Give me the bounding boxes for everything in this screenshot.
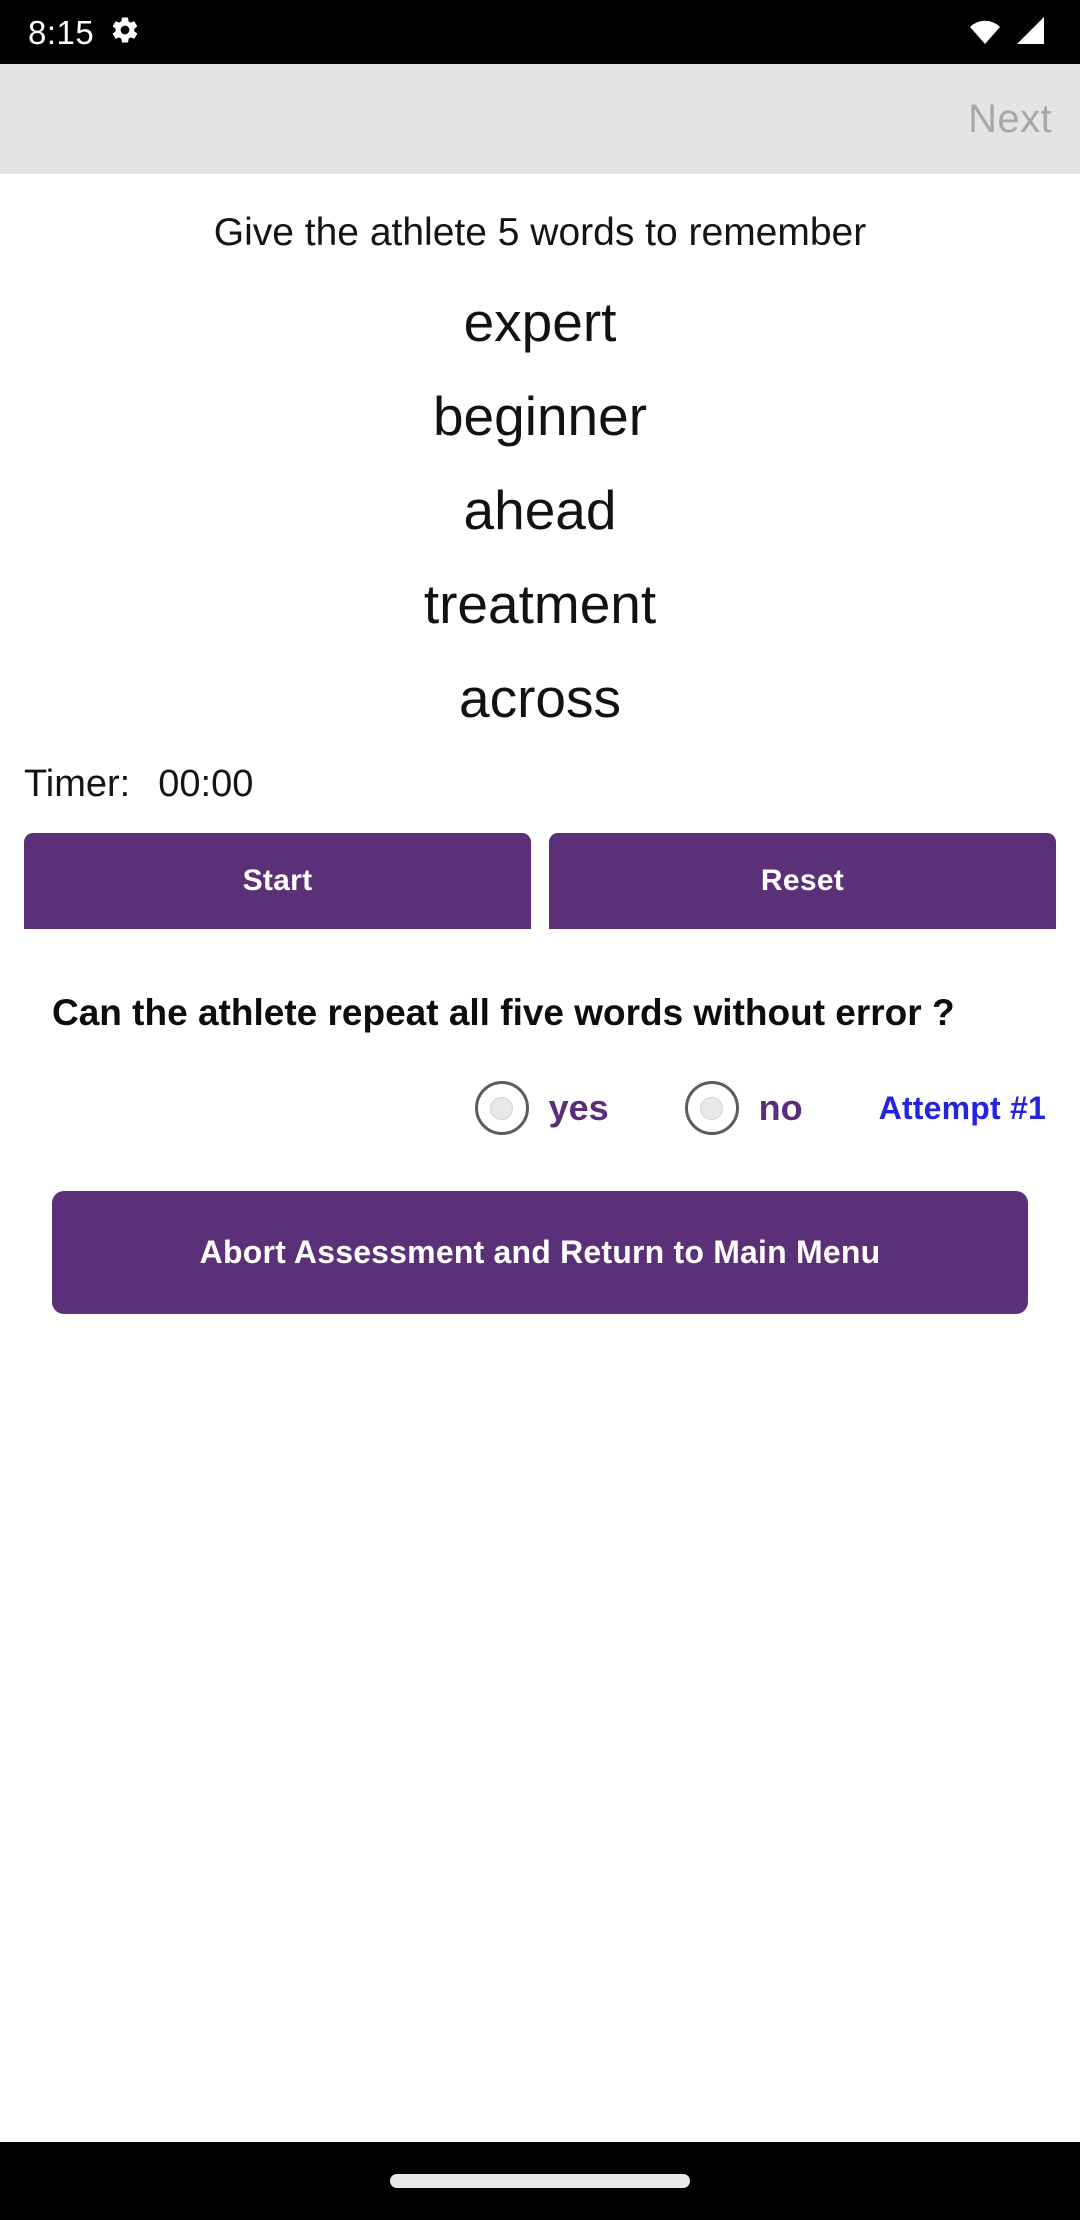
app-bar: Next	[0, 64, 1080, 174]
status-bar-right	[968, 15, 1054, 50]
next-button[interactable]: Next	[968, 97, 1052, 142]
word-item: treatment	[423, 572, 657, 635]
status-bar-clock: 8:15	[28, 13, 95, 51]
signal-icon	[1012, 15, 1046, 50]
word-item: beginner	[432, 384, 648, 447]
radio-option-no[interactable]: no	[684, 1081, 803, 1136]
timer-value: 00:00	[158, 762, 254, 805]
radio-option-yes[interactable]: yes	[474, 1081, 609, 1136]
reset-button[interactable]: Reset	[549, 832, 1056, 929]
start-button[interactable]: Start	[24, 832, 531, 929]
attempt-badge: Attempt #1	[878, 1089, 1046, 1126]
status-bar-left: 8:15	[28, 15, 140, 50]
timer-button-row: Start Reset	[0, 832, 1080, 929]
radio-label-no: no	[758, 1087, 803, 1129]
radio-dot-icon	[490, 1096, 514, 1120]
timer-row: Timer: 00:00	[0, 763, 1080, 806]
instruction-text: Give the athlete 5 words to remember	[213, 211, 867, 254]
main-content: Give the athlete 5 words to remember exp…	[0, 174, 1080, 2142]
radio-label-yes: yes	[548, 1087, 609, 1129]
abort-button-wrap: Abort Assessment and Return to Main Menu	[0, 1191, 1080, 1315]
phone-screen: 8:15 Next Give the athlete 5 words to re…	[0, 0, 1080, 2220]
word-list: expert beginner ahead treatment across	[0, 275, 1080, 745]
gesture-pill-handle[interactable]	[390, 2174, 690, 2188]
abort-assessment-button[interactable]: Abort Assessment and Return to Main Menu	[52, 1191, 1028, 1315]
wifi-icon	[968, 15, 1002, 50]
navigation-bar	[0, 2142, 1080, 2220]
radio-dot-icon	[700, 1096, 724, 1120]
question-text: Can the athlete repeat all five words wi…	[52, 991, 955, 1033]
radio-circle-icon[interactable]	[684, 1081, 739, 1136]
radio-group: yes no Attempt #1	[0, 1081, 1080, 1136]
word-item: ahead	[463, 478, 617, 541]
gear-icon	[110, 15, 140, 50]
word-item: across	[459, 666, 621, 729]
radio-circle-icon[interactable]	[474, 1081, 529, 1136]
timer-label: Timer:	[24, 762, 131, 805]
status-bar: 8:15	[0, 0, 1080, 64]
word-item: expert	[463, 290, 617, 353]
